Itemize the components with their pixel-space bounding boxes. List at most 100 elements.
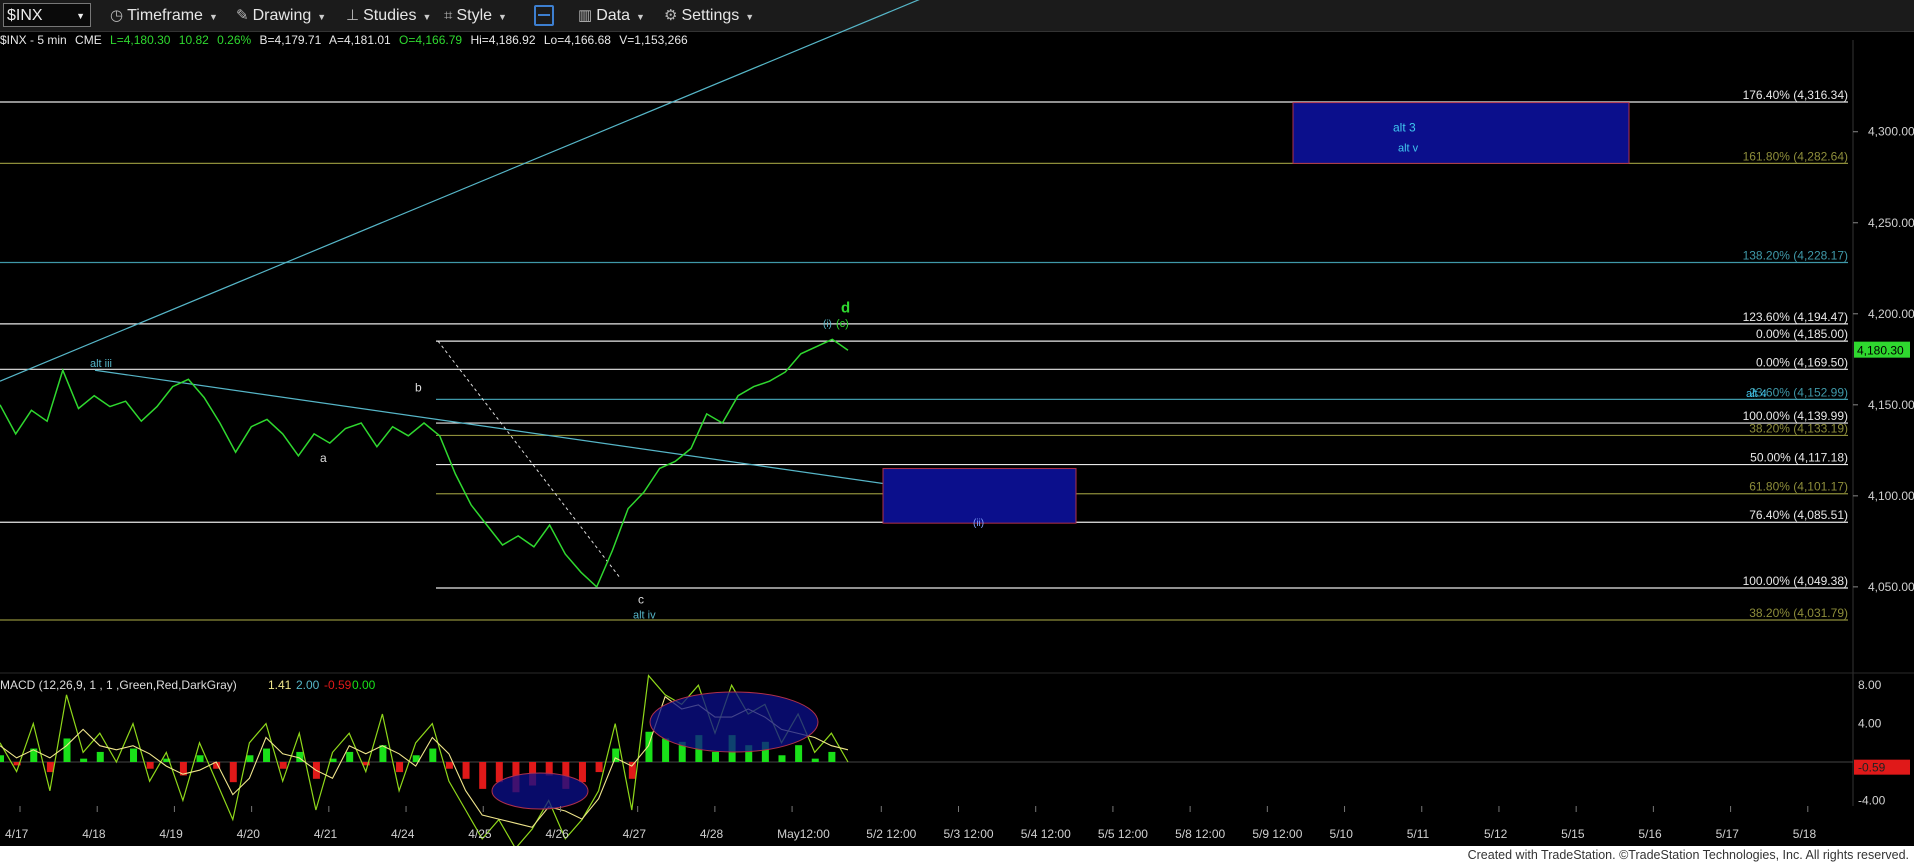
macd-histogram-bar (80, 758, 88, 762)
macd-histogram-bar (346, 751, 354, 762)
last-price-badge-text: 4,180.30 (1857, 344, 1904, 358)
macd-histogram-bar (130, 748, 138, 762)
macd-histogram-bar (578, 762, 586, 783)
wave-label: alt 4 (1746, 388, 1767, 400)
macd-value: -0.59 (324, 678, 352, 692)
macd-histogram-bar (429, 748, 437, 762)
macd-histogram-bar (462, 762, 470, 779)
macd-value: 2.00 (296, 678, 320, 692)
macd-last-badge-text: -0.59 (1858, 761, 1886, 775)
price-axis-label: 4,150.00 (1868, 398, 1914, 412)
macd-value: 1.41 (268, 678, 292, 692)
date-axis-label: May12:00 (777, 827, 830, 841)
macd-histogram-bar (495, 762, 503, 783)
fib-level-label: 0.00% (4,169.50) (1756, 355, 1848, 369)
macd-histogram-bar (63, 738, 71, 762)
macd-histogram-bar (811, 758, 819, 762)
divergence-ellipse-bottom (491, 772, 589, 810)
price-axis-label: 4,200.00 (1868, 307, 1914, 321)
price-axis-label: 4,250.00 (1868, 216, 1914, 230)
date-axis-label: 4/20 (237, 827, 261, 841)
copyright-text: Created with TradeStation. ©TradeStation… (1467, 848, 1909, 862)
date-axis-label: 4/21 (314, 827, 338, 841)
price-axis-label: 4,300.00 (1868, 125, 1914, 139)
macd-axis-label: 4.00 (1858, 717, 1882, 731)
wave-label: alt iii (90, 358, 112, 370)
date-axis-label: 4/19 (159, 827, 183, 841)
wave-ii-target-box (882, 468, 1077, 524)
wave-label: (ii) (973, 518, 984, 529)
date-axis-label: 5/2 12:00 (866, 827, 916, 841)
wave-label: alt 3 (1393, 121, 1416, 135)
date-axis-label: 5/5 12:00 (1098, 827, 1148, 841)
macd-value: 0.00 (352, 678, 376, 692)
fib-level-label: 38.20% (4,133.19) (1749, 421, 1848, 435)
date-axis-label: 5/8 12:00 (1175, 827, 1225, 841)
macd-histogram-bar (628, 762, 636, 779)
divergence-ellipse-top (649, 691, 819, 753)
macd-histogram-bar (246, 755, 254, 762)
wave-label: c (638, 593, 644, 607)
fib-level-label: 50.00% (4,117.18) (1750, 451, 1848, 465)
wave-label: alt iv (633, 610, 656, 622)
fib-level-label: 123.60% (4,194.47) (1743, 310, 1848, 324)
macd-histogram-bar (96, 751, 104, 762)
fib-level-label: 0.00% (4,185.00) (1756, 327, 1848, 341)
macd-histogram-bar (778, 755, 786, 762)
price-axis-label: 4,100.00 (1868, 489, 1914, 503)
macd-histogram-bar (0, 755, 4, 762)
wave-label: (c) (836, 318, 849, 330)
macd-histogram-bar (279, 762, 287, 769)
fib-level-label: 161.80% (4,282.64) (1743, 149, 1848, 163)
wave-label: alt v (1398, 143, 1419, 155)
macd-histogram-bar (828, 751, 836, 762)
wave-label: d (841, 300, 850, 317)
macd-histogram-bar (146, 762, 154, 769)
date-axis-label: 4/25 (468, 827, 492, 841)
date-axis-label: 5/9 12:00 (1252, 827, 1302, 841)
macd-histogram-bar (396, 762, 404, 773)
wave-label: (i) (823, 319, 832, 330)
price-series-line (0, 338, 849, 589)
macd-histogram-bar (795, 745, 803, 762)
fib-level-label: 38.20% (4,031.79) (1749, 606, 1848, 620)
macd-histogram-bar (612, 748, 620, 762)
fib-level-label: 76.40% (4,085.51) (1749, 508, 1848, 522)
wave-label: a (320, 451, 327, 465)
dotted-projection-line (437, 340, 621, 579)
date-axis-label: 4/17 (5, 827, 29, 841)
date-axis-label: 5/4 12:00 (1021, 827, 1071, 841)
date-axis-label: 5/15 (1561, 827, 1585, 841)
date-axis-label: 5/17 (1716, 827, 1740, 841)
macd-histogram-bar (229, 762, 237, 783)
footer-bar: Created with TradeStation. ©TradeStation… (0, 846, 1914, 866)
wave-label: b (415, 381, 422, 395)
price-chart[interactable]: 4,300.00 4,250.00 4,200.00 4,150.00 4,100.00… (0, 0, 1914, 846)
fib-level-label: 138.20% (4,228.17) (1743, 249, 1848, 263)
macd-label: MACD (12,26,9, 1 , 1 ,Green,Red,DarkGray… (0, 678, 237, 692)
date-axis-label: 5/16 (1638, 827, 1662, 841)
macd-histogram-bar (662, 738, 670, 762)
alt-3-target-box (1292, 102, 1630, 164)
date-axis-label: 5/18 (1793, 827, 1817, 841)
date-axis-label: 5/12 (1484, 827, 1508, 841)
date-axis-label: 4/18 (82, 827, 106, 841)
date-axis-label: 5/3 12:00 (944, 827, 994, 841)
macd-histogram-bar (479, 762, 487, 789)
macd-axis-label: -4.00 (1858, 793, 1886, 807)
date-axis-label: 5/11 (1407, 827, 1430, 841)
date-axis-label: 4/28 (700, 827, 724, 841)
date-axis-label: 4/24 (391, 827, 415, 841)
macd-histogram-bar (445, 762, 453, 769)
macd-histogram-bar (196, 755, 204, 762)
price-axis-label: 4,050.00 (1868, 580, 1914, 594)
macd-histogram-bar (595, 762, 603, 773)
fib-level-label: 61.80% (4,101.17) (1749, 480, 1848, 494)
fib-level-label: 176.40% (4,316.34) (1743, 88, 1848, 102)
macd-histogram-bar (711, 751, 719, 762)
date-axis-label: 4/27 (623, 827, 647, 841)
macd-axis-label: 8.00 (1858, 678, 1882, 692)
date-axis-label: 5/10 (1330, 827, 1354, 841)
date-axis-label: 4/26 (545, 827, 569, 841)
macd-histogram-bar (263, 748, 271, 762)
